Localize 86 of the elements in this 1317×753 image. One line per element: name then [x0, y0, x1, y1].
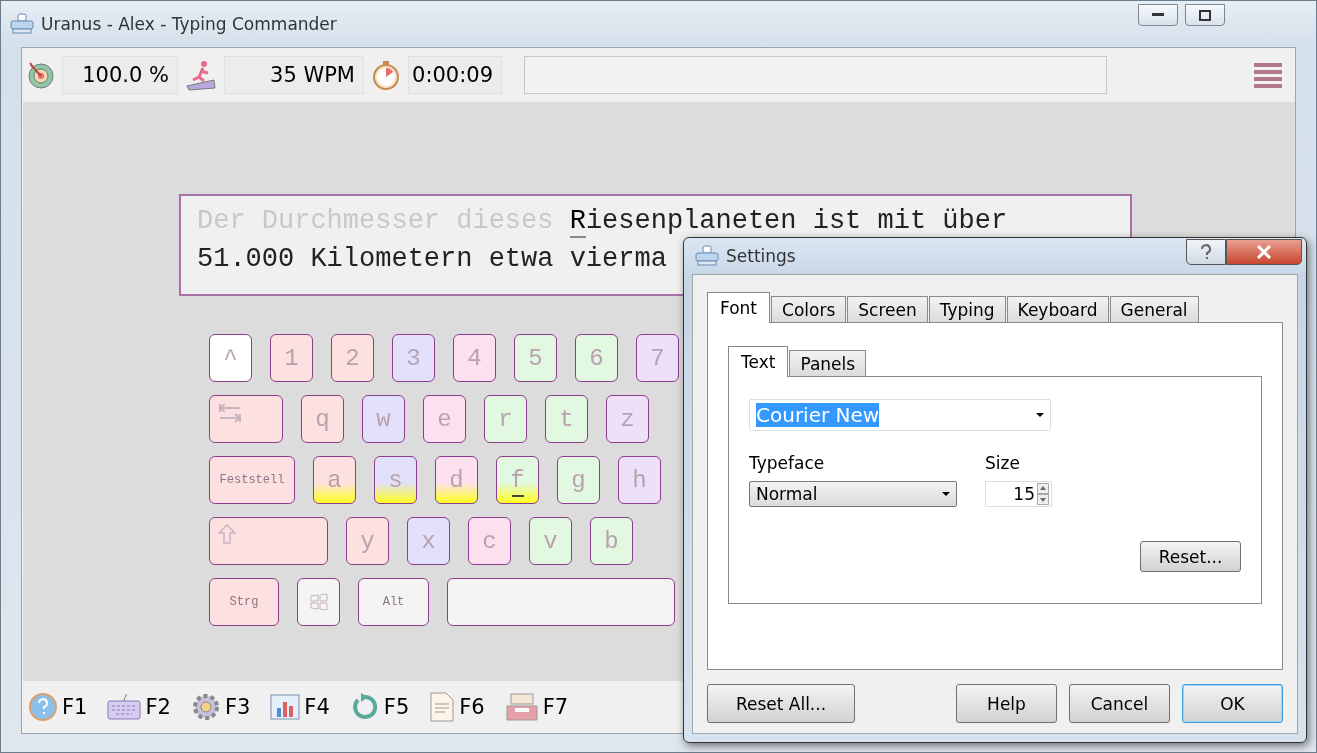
key-label: y	[360, 527, 375, 555]
stat-field: 100.0 %	[62, 56, 178, 94]
typeface-dropdown[interactable]: Normal	[749, 481, 957, 507]
settings-tab[interactable]: General	[1109, 296, 1199, 322]
function-key-button[interactable]: F4	[270, 694, 330, 720]
document-icon	[429, 692, 456, 722]
reset-button[interactable]: Reset...	[1140, 541, 1241, 572]
key-label: 3	[406, 344, 421, 372]
key-label: z	[620, 405, 635, 433]
lesson-text: 51.000 Kilometern etwa vierma	[197, 244, 667, 274]
dialog-button[interactable]: Cancel	[1069, 684, 1170, 723]
key-label: 2	[345, 344, 360, 372]
help-icon	[28, 692, 58, 722]
stat-field: 0:00:09	[408, 56, 502, 94]
key-label: w	[376, 405, 391, 433]
key-label: e	[437, 405, 452, 433]
minimize-button[interactable]	[1138, 4, 1178, 26]
key-label: q	[315, 405, 330, 433]
key-label: s	[388, 466, 403, 494]
minimize-icon	[1152, 13, 1164, 17]
maximize-button[interactable]	[1185, 4, 1225, 26]
key-label: d	[449, 466, 464, 494]
maximize-icon	[1199, 9, 1211, 21]
key-label: Strg	[229, 595, 259, 609]
key-label: h	[632, 466, 647, 494]
key-label: v	[543, 527, 558, 555]
caret-icon	[1036, 413, 1044, 417]
close-button[interactable]	[1226, 239, 1302, 265]
key-label: c	[482, 527, 497, 555]
key-label: 1	[284, 344, 299, 372]
key-label: g	[571, 466, 586, 494]
function-key-button[interactable]: F1	[28, 692, 88, 722]
settings-tab[interactable]: Colors	[771, 296, 847, 322]
help-button[interactable]	[1186, 239, 1226, 265]
key-label: r	[498, 405, 513, 433]
key-label: Alt	[382, 595, 405, 609]
key-label: x	[421, 527, 436, 555]
lesson-text: iesenplaneten ist mit über	[585, 206, 1008, 236]
typewriter-icon	[694, 245, 720, 267]
dialog-title: Settings	[726, 246, 796, 266]
function-key-button[interactable]: F2	[107, 694, 171, 720]
function-key-button[interactable]: F6	[429, 692, 485, 722]
key-label: 4	[467, 344, 482, 372]
settings-tab[interactable]: Font	[707, 292, 770, 323]
typewriter-icon	[9, 13, 35, 35]
settings-tab[interactable]: Typing	[928, 296, 1006, 322]
windows-logo-icon	[309, 593, 328, 611]
inbox-tray-icon	[504, 692, 539, 722]
key-label: b	[604, 527, 619, 555]
question-mark-icon	[1200, 244, 1212, 260]
key-label: 6	[589, 344, 604, 372]
typeface-label: Typeface	[749, 453, 826, 473]
size-spinbox[interactable]: 15	[985, 481, 1052, 507]
reset-all-button[interactable]: Reset All...	[707, 684, 855, 723]
cursor-letter: R	[569, 206, 586, 238]
shift-arrow-icon	[218, 524, 236, 544]
menu-icon[interactable]	[1253, 62, 1283, 88]
settings-tab[interactable]: Keyboard	[1006, 296, 1109, 322]
dialog-button[interactable]: OK	[1182, 684, 1283, 723]
tab-arrows-icon	[218, 402, 242, 424]
function-key-button[interactable]: F5	[349, 692, 410, 722]
keyboard-icon	[107, 694, 142, 720]
key-label: Feststell	[219, 473, 285, 487]
key-label: f	[510, 466, 525, 494]
size-label: Size	[985, 453, 1021, 473]
close-icon	[1256, 245, 1272, 259]
function-key-button[interactable]: F3	[190, 692, 251, 722]
dialog-button[interactable]: Help	[956, 684, 1057, 723]
caret-icon	[942, 492, 950, 496]
bar-chart-icon	[270, 694, 301, 720]
settings-icon	[190, 692, 221, 722]
key-label: 5	[528, 344, 543, 372]
settings-tab[interactable]: Screen	[847, 296, 928, 322]
treadmill-runner-icon	[184, 58, 218, 92]
settings-tab[interactable]: Text	[728, 346, 789, 377]
key-label: a	[327, 466, 342, 494]
stat-field: 35 WPM	[224, 56, 364, 94]
key-label: t	[559, 405, 574, 433]
key-label: 7	[650, 344, 665, 372]
target-icon	[26, 60, 56, 90]
settings-tab[interactable]: Panels	[789, 350, 867, 376]
spin-arrows-icon[interactable]	[1037, 483, 1049, 505]
function-key-button[interactable]: F7	[504, 692, 569, 722]
key-label: ^	[223, 344, 238, 372]
stopwatch-icon	[370, 59, 402, 91]
window-title: Uranus - Alex - Typing Commander	[41, 14, 337, 34]
